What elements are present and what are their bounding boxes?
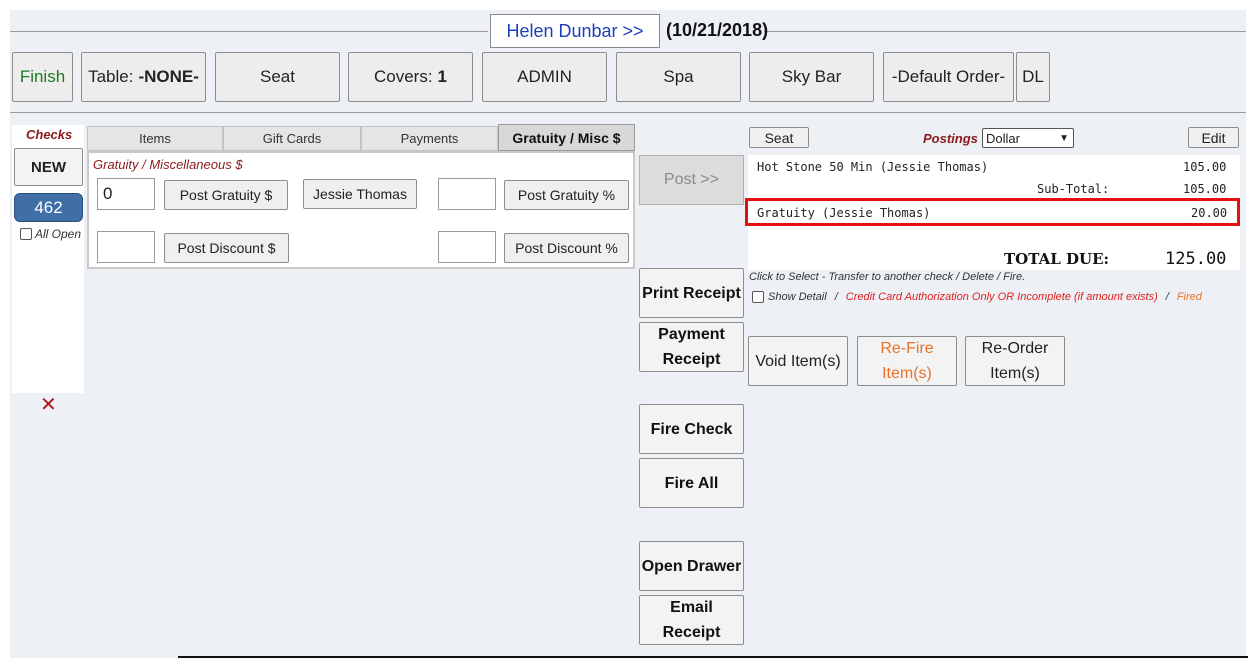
post-discount-percent-button[interactable]: Post Discount % bbox=[504, 233, 629, 263]
postings-label: Postings bbox=[923, 131, 978, 146]
print-receipt-button[interactable]: Print Receipt bbox=[639, 268, 744, 318]
discount-amount-input[interactable] bbox=[97, 231, 155, 263]
order-date: (10/21/2018) bbox=[666, 20, 769, 40]
close-icon[interactable]: ✕ bbox=[40, 395, 57, 415]
bottom-divider bbox=[178, 656, 1248, 658]
post-discount-dollar-button[interactable]: Post Discount $ bbox=[164, 233, 289, 263]
total-due-value: 125.00 bbox=[1165, 249, 1227, 269]
guest-name-button[interactable]: Helen Dunbar >> bbox=[490, 14, 660, 48]
postings-selected-value: Dollar bbox=[986, 130, 1020, 146]
new-check-button[interactable]: NEW bbox=[14, 148, 83, 186]
gratuity-section-title: Gratuity / Miscellaneous $ bbox=[93, 157, 243, 172]
default-order-button[interactable]: -Default Order- bbox=[883, 52, 1014, 102]
legend-separator-2: / bbox=[1165, 291, 1169, 303]
seat-button[interactable]: Seat bbox=[215, 52, 340, 102]
post-gratuity-dollar-button[interactable]: Post Gratuity $ bbox=[164, 180, 288, 210]
gratuity-line-highlight bbox=[745, 198, 1240, 226]
reorder-items-button[interactable]: Re-Order Item(s) bbox=[965, 336, 1065, 386]
payment-receipt-button[interactable]: Payment Receipt bbox=[639, 322, 744, 372]
fire-all-button[interactable]: Fire All bbox=[639, 458, 744, 508]
covers-label: Covers: bbox=[373, 67, 433, 86]
order-line-desc[interactable]: Hot Stone 50 Min (Jessie Thomas) bbox=[757, 160, 988, 174]
subtotal-label: Sub-Total: bbox=[1037, 182, 1110, 196]
covers-value: 1 bbox=[437, 67, 448, 86]
fire-check-button[interactable]: Fire Check bbox=[639, 404, 744, 454]
admin-button[interactable]: ADMIN bbox=[482, 52, 607, 102]
table-button[interactable]: Table: -NONE- bbox=[81, 52, 206, 102]
open-drawer-button[interactable]: Open Drawer bbox=[639, 541, 744, 591]
order-seat-button[interactable]: Seat bbox=[749, 127, 809, 148]
finish-button[interactable]: Finish bbox=[12, 52, 73, 102]
tab-payments[interactable]: Payments bbox=[361, 126, 498, 151]
cc-auth-legend: Credit Card Authorization Only OR Incomp… bbox=[845, 291, 1158, 303]
edit-button[interactable]: Edit bbox=[1188, 127, 1239, 148]
gratuity-amount-input[interactable]: 0 bbox=[97, 178, 155, 210]
show-detail-checkbox[interactable] bbox=[752, 291, 764, 303]
discount-percent-input[interactable] bbox=[438, 231, 496, 263]
check-item[interactable]: 462 bbox=[14, 193, 83, 222]
void-items-button[interactable]: Void Item(s) bbox=[748, 336, 848, 386]
pos-canvas bbox=[10, 10, 1246, 658]
covers-button[interactable]: Covers: 1 bbox=[348, 52, 473, 102]
gratuity-percent-input[interactable] bbox=[438, 178, 496, 210]
checks-title: Checks bbox=[26, 127, 73, 142]
tab-gratuity-misc[interactable]: Gratuity / Misc $ bbox=[498, 124, 635, 151]
staff-select-button[interactable]: Jessie Thomas bbox=[303, 179, 417, 209]
refire-items-button[interactable]: Re-Fire Item(s) bbox=[857, 336, 957, 386]
legend-separator: / bbox=[834, 291, 838, 303]
subtotal-value: 105.00 bbox=[1183, 182, 1227, 196]
toolbar-divider bbox=[10, 112, 1246, 113]
spa-button[interactable]: Spa bbox=[616, 52, 741, 102]
chevron-down-icon: ▼ bbox=[1059, 132, 1069, 144]
postings-select[interactable]: Dollar ▼ bbox=[982, 128, 1074, 148]
email-receipt-button[interactable]: Email Receipt bbox=[639, 595, 744, 645]
post-button[interactable]: Post >> bbox=[639, 155, 744, 205]
order-line-amount: 105.00 bbox=[1183, 160, 1227, 174]
dl-button[interactable]: DL bbox=[1016, 52, 1050, 102]
detail-legend: Show Detail / Credit Card Authorization … bbox=[752, 291, 1202, 303]
show-detail-label: Show Detail bbox=[768, 291, 827, 303]
sky-bar-button[interactable]: Sky Bar bbox=[749, 52, 874, 102]
tab-items[interactable]: Items bbox=[87, 126, 223, 151]
total-due-label: TOTAL DUE: bbox=[1004, 250, 1110, 268]
table-value: -NONE- bbox=[138, 67, 199, 86]
selection-hint: Click to Select - Transfer to another ch… bbox=[749, 271, 1026, 283]
all-open-label: All Open bbox=[35, 227, 82, 241]
table-label: Table: bbox=[88, 67, 134, 86]
all-open-option[interactable]: All Open bbox=[20, 227, 81, 241]
fired-legend: Fired bbox=[1176, 291, 1202, 303]
header-rule-left bbox=[10, 31, 488, 32]
all-open-checkbox[interactable] bbox=[20, 228, 32, 240]
post-gratuity-percent-button[interactable]: Post Gratuity % bbox=[504, 180, 629, 210]
header-rule-right bbox=[764, 31, 1246, 32]
tab-gift-cards[interactable]: Gift Cards bbox=[223, 126, 361, 151]
